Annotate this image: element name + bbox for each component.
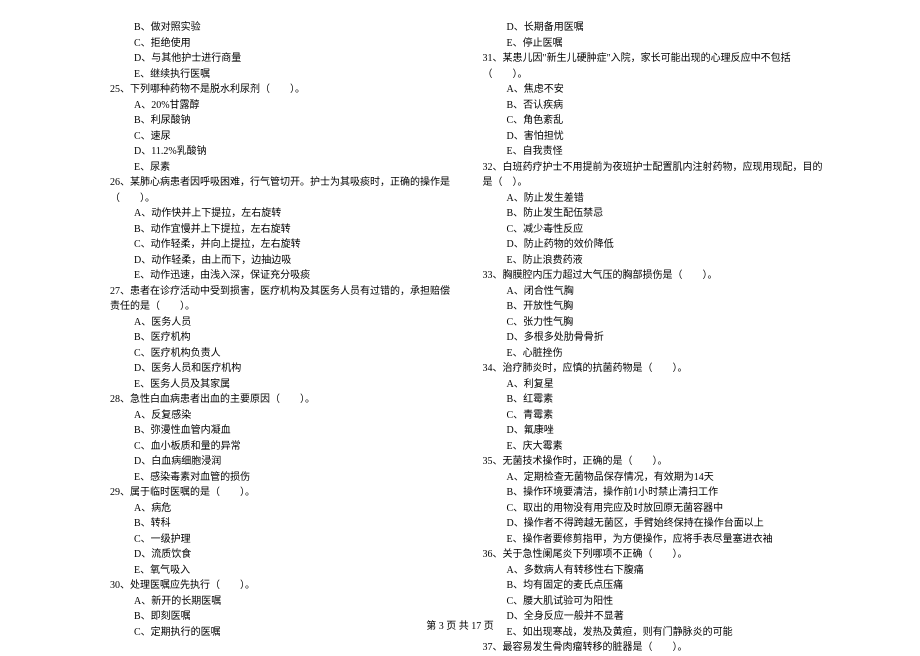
option-line: C、医疗机构负责人 bbox=[110, 346, 453, 362]
question-line: 36、关于急性阑尾炎下列哪项不正确（ ）。 bbox=[483, 547, 826, 563]
option-line: D、多根多处肋骨骨折 bbox=[483, 330, 826, 346]
question-line: 25、下列哪种药物不是脱水利尿剂（ ）。 bbox=[110, 82, 453, 98]
option-line: C、减少毒性反应 bbox=[483, 222, 826, 238]
question-line: 27、患者在诊疗活动中受到损害，医疗机构及其医务人员有过错的，承担赔偿责任的是（… bbox=[110, 284, 453, 315]
question-line: 30、处理医嘱应先执行（ ）。 bbox=[110, 578, 453, 594]
question-line: 32、白班药疗护士不用提前为夜班护士配置肌内注射药物，应现用现配，目的是（ ）。 bbox=[483, 160, 826, 191]
option-line: E、庆大霉素 bbox=[483, 439, 826, 455]
right-column: D、长期备用医嘱E、停止医嘱31、某患儿因"新生儿硬肿症"入院，家长可能出现的心… bbox=[483, 20, 826, 656]
option-line: A、医务人员 bbox=[110, 315, 453, 331]
option-line: C、拒绝使用 bbox=[110, 36, 453, 52]
option-line: A、反复感染 bbox=[110, 408, 453, 424]
option-line: A、焦虑不安 bbox=[483, 82, 826, 98]
option-line: B、做对照实验 bbox=[110, 20, 453, 36]
option-line: C、血小板质和量的异常 bbox=[110, 439, 453, 455]
option-line: D、与其他护士进行商量 bbox=[110, 51, 453, 67]
option-line: D、氟康唑 bbox=[483, 423, 826, 439]
option-line: A、多数病人有转移性右下腹痛 bbox=[483, 563, 826, 579]
option-line: D、白血病细胞浸润 bbox=[110, 454, 453, 470]
option-line: E、感染毒素对血管的损伤 bbox=[110, 470, 453, 486]
option-line: A、闭合性气胸 bbox=[483, 284, 826, 300]
option-line: B、弥漫性血管内凝血 bbox=[110, 423, 453, 439]
option-line: D、操作者不得跨越无菌区，手臂始终保持在操作台面以上 bbox=[483, 516, 826, 532]
question-line: 33、胸膜腔内压力超过大气压的胸部损伤是（ ）。 bbox=[483, 268, 826, 284]
option-line: E、继续执行医嘱 bbox=[110, 67, 453, 83]
question-line: 35、无菌技术操作时，正确的是（ ）。 bbox=[483, 454, 826, 470]
question-line: 29、属于临时医嘱的是（ ）。 bbox=[110, 485, 453, 501]
option-line: B、均有固定的麦氏点压痛 bbox=[483, 578, 826, 594]
page-footer: 第 3 页 共 17 页 bbox=[0, 617, 920, 632]
option-line: A、利复星 bbox=[483, 377, 826, 393]
option-line: E、心脏挫伤 bbox=[483, 346, 826, 362]
option-line: B、否认疾病 bbox=[483, 98, 826, 114]
option-line: C、速尿 bbox=[110, 129, 453, 145]
option-line: B、开放性气胸 bbox=[483, 299, 826, 315]
option-line: D、长期备用医嘱 bbox=[483, 20, 826, 36]
option-line: D、防止药物的效价降低 bbox=[483, 237, 826, 253]
option-line: E、动作迅速，由浅入深，保证充分吸痰 bbox=[110, 268, 453, 284]
option-line: C、取出的用物没有用完应及时放回原无菌容器中 bbox=[483, 501, 826, 517]
option-line: B、操作环境要清洁，操作前1小时禁止清扫工作 bbox=[483, 485, 826, 501]
question-line: 37、最容易发生骨肉瘤转移的脏器是（ ）。 bbox=[483, 640, 826, 656]
option-line: B、动作宜慢并上下提拉，左右旋转 bbox=[110, 222, 453, 238]
option-line: E、医务人员及其家属 bbox=[110, 377, 453, 393]
option-line: E、尿素 bbox=[110, 160, 453, 176]
option-line: B、转科 bbox=[110, 516, 453, 532]
option-line: D、医务人员和医疗机构 bbox=[110, 361, 453, 377]
option-line: C、青霉素 bbox=[483, 408, 826, 424]
option-line: D、害怕担忧 bbox=[483, 129, 826, 145]
option-line: C、动作轻柔，并向上提拉，左右旋转 bbox=[110, 237, 453, 253]
question-line: 34、治疗肺炎时，应慎的抗菌药物是（ ）。 bbox=[483, 361, 826, 377]
option-line: A、新开的长期医嘱 bbox=[110, 594, 453, 610]
option-line: E、操作者要修剪指甲，为方便操作，应将手表尽量塞进衣袖 bbox=[483, 532, 826, 548]
option-line: D、11.2%乳酸钠 bbox=[110, 144, 453, 160]
option-line: C、一级护理 bbox=[110, 532, 453, 548]
option-line: E、停止医嘱 bbox=[483, 36, 826, 52]
option-line: C、角色紊乱 bbox=[483, 113, 826, 129]
option-line: A、病危 bbox=[110, 501, 453, 517]
option-line: B、利尿酸钠 bbox=[110, 113, 453, 129]
option-line: B、防止发生配伍禁忌 bbox=[483, 206, 826, 222]
option-line: B、红霉素 bbox=[483, 392, 826, 408]
option-line: B、医疗机构 bbox=[110, 330, 453, 346]
left-column: B、做对照实验C、拒绝使用D、与其他护士进行商量E、继续执行医嘱25、下列哪种药… bbox=[110, 20, 453, 656]
option-line: D、动作轻柔，由上而下，边抽边吸 bbox=[110, 253, 453, 269]
option-line: C、张力性气胸 bbox=[483, 315, 826, 331]
question-line: 31、某患儿因"新生儿硬肿症"入院，家长可能出现的心理反应中不包括（ ）。 bbox=[483, 51, 826, 82]
option-line: C、腰大肌试验可为阳性 bbox=[483, 594, 826, 610]
question-line: 26、某肺心病患者因呼吸困难，行气管切开。护士为其吸痰时，正确的操作是（ ）。 bbox=[110, 175, 453, 206]
option-line: A、定期检查无菌物品保存情况，有效期为14天 bbox=[483, 470, 826, 486]
question-line: 28、急性白血病患者出血的主要原因（ ）。 bbox=[110, 392, 453, 408]
option-line: E、氧气吸入 bbox=[110, 563, 453, 579]
option-line: A、20%甘露醇 bbox=[110, 98, 453, 114]
option-line: E、自我责怪 bbox=[483, 144, 826, 160]
option-line: A、动作快并上下提拉，左右旋转 bbox=[110, 206, 453, 222]
option-line: D、流质饮食 bbox=[110, 547, 453, 563]
option-line: A、防止发生差错 bbox=[483, 191, 826, 207]
option-line: E、防止浪费药液 bbox=[483, 253, 826, 269]
